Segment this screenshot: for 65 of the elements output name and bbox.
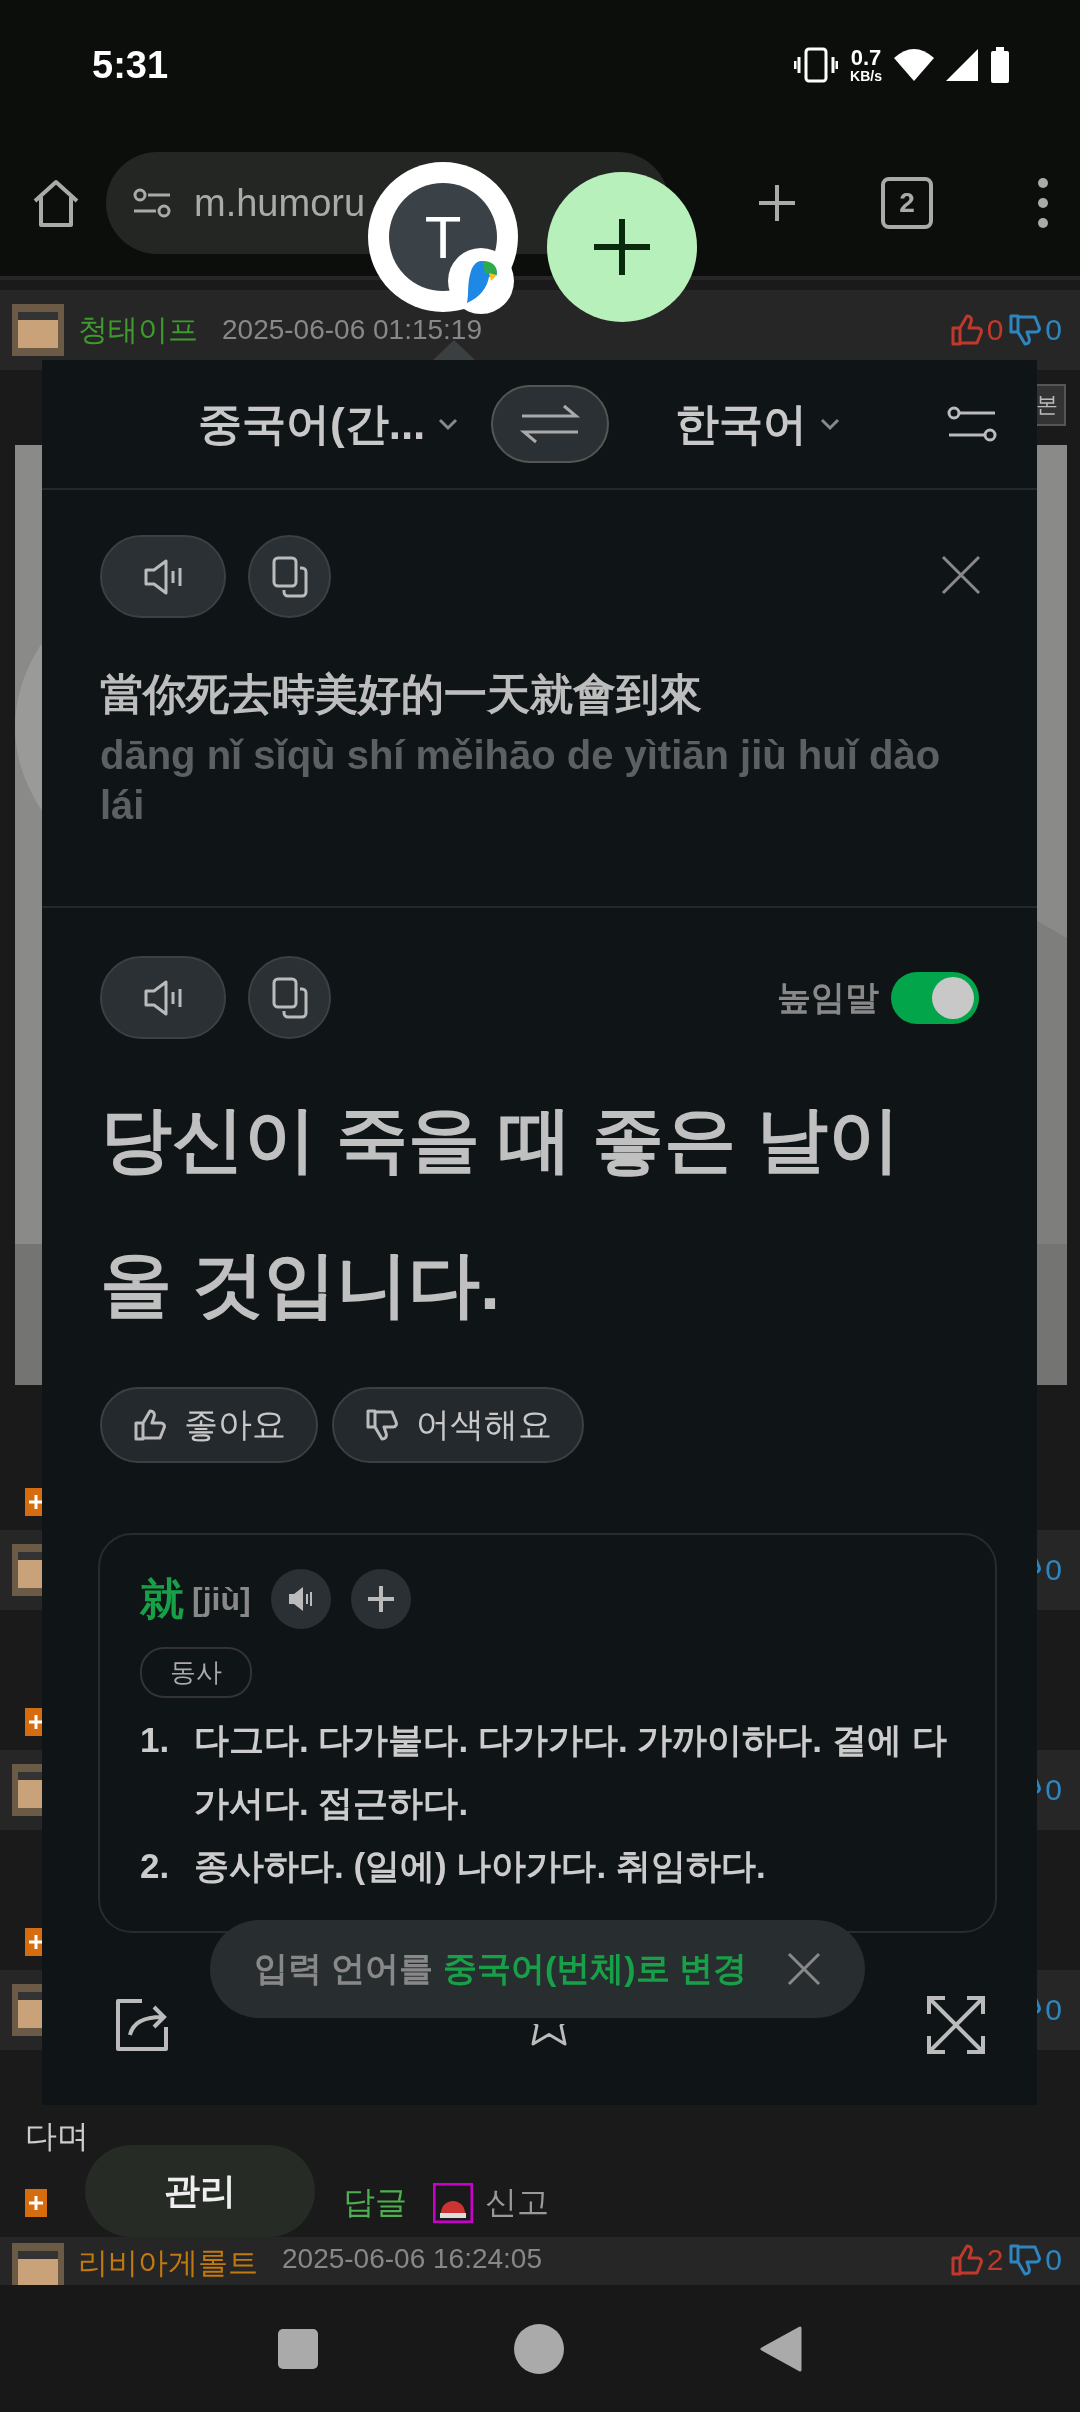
vibrate-icon (794, 45, 839, 85)
expand-icon (925, 1994, 987, 2056)
translation-text: 당신이 죽을 때 좋은 날이 올 것입니다. (100, 1098, 900, 1326)
signal-icon (946, 49, 978, 81)
site-settings-icon (132, 187, 172, 219)
swap-icon (518, 402, 583, 446)
manage-button[interactable]: 관리 (85, 2145, 315, 2237)
clock: 5:31 (92, 43, 170, 87)
net-speed: 0.7 (850, 47, 882, 69)
author-name[interactable]: 청태이프 (78, 309, 198, 351)
siren-icon (433, 2183, 473, 2223)
avatar-icon (12, 1544, 42, 1596)
upvote-count: 2 (986, 2243, 1004, 2277)
downvote-count: 0 (1045, 313, 1062, 347)
definition-number: 2. (140, 1845, 171, 1887)
thumbs-down-icon (1007, 2243, 1042, 2277)
definition-number: 1. (140, 1719, 171, 1761)
close-icon (787, 1952, 821, 1986)
downvote-count: 0 (1045, 2243, 1062, 2277)
avatar-icon (12, 1764, 42, 1816)
recents-icon (278, 2328, 318, 2369)
comment-date: 2025-06-06 16:24:05 (282, 2243, 542, 2274)
downvote-count: 0 (1045, 1553, 1062, 1587)
chevron-icon (819, 417, 842, 431)
upvote-count: 0 (986, 313, 1004, 347)
author-name[interactable]: 리비아게롤트 (78, 2243, 258, 2284)
chevron-icon (437, 417, 460, 431)
home-button-icon (514, 2323, 564, 2374)
downvote-count: 0 (1045, 1773, 1062, 1807)
comment-date: 2025-06-06 01:15:19 (222, 314, 482, 345)
plus-icon (757, 183, 797, 223)
headword: 就 (140, 1572, 184, 1625)
pronunciation: [jiù] (192, 1580, 251, 1618)
plus-icon (365, 1584, 396, 1614)
part-of-speech-tag: 동사 (140, 1647, 252, 1698)
plus-icon (592, 217, 652, 277)
reply-link[interactable]: 답글 (343, 2181, 407, 2225)
thumbs-down-icon (1007, 313, 1042, 347)
source-language-select[interactable]: 중국어(간... (192, 393, 466, 455)
source-text: 當你死去時美好的一天就會到來 (100, 669, 703, 720)
downvote-count: 0 (1045, 1993, 1062, 2027)
pinyin-text: dāng nǐ sǐqù shí měihāo de yìtiān jiù huǐ dào lái (100, 732, 942, 829)
tab-count-button[interactable]: 2 (881, 177, 933, 229)
awkward-button[interactable]: 어색해요 (332, 1387, 584, 1463)
back-icon (760, 2325, 802, 2372)
target-language-select[interactable]: 한국어 (669, 393, 848, 455)
net-unit: KB/s (850, 69, 882, 83)
thumbs-up-icon (132, 1408, 166, 1442)
honorific-label: 높임말 (777, 976, 879, 1018)
wifi-icon (894, 48, 934, 82)
more-icon (1036, 177, 1050, 229)
settings-icon (947, 404, 997, 444)
plus-icon (25, 2189, 47, 2217)
like-button[interactable]: 좋아요 (100, 1387, 318, 1463)
definition-text: 종사하다. (일에) 나아가다. 취임하다. (193, 1845, 766, 1887)
honorific-toggle[interactable] (891, 971, 979, 1024)
close-icon (941, 555, 981, 595)
avatar-icon (12, 304, 64, 356)
battery-icon (990, 47, 1010, 83)
avatar-icon (12, 1984, 42, 2036)
definition-text: 다그다. 다가붙다. 다가가다. 가까이하다. 곁에 다가서다. 접근하다. (193, 1719, 948, 1824)
report-link[interactable]: 신고 (485, 2181, 549, 2225)
thumbs-down-icon (364, 1408, 398, 1442)
toast-message: 입력 언어를 중국어(번체)로 변경 (254, 1948, 747, 1989)
pointer-icon (433, 340, 475, 360)
